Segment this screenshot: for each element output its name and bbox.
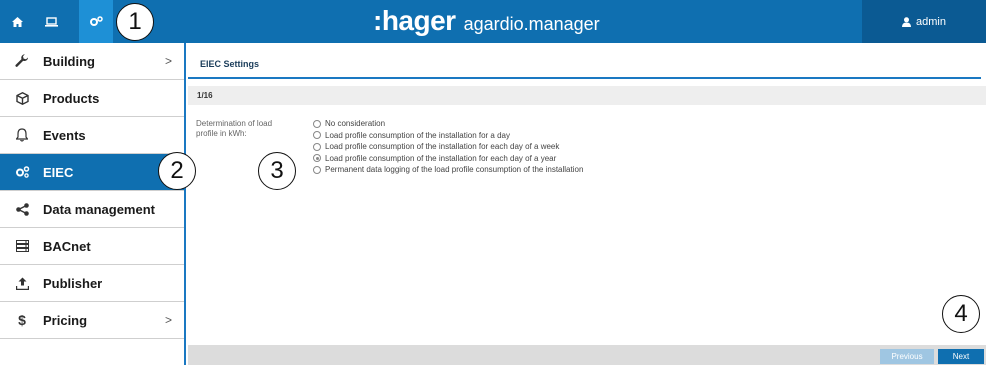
sidebar-item-label: Building: [43, 53, 95, 69]
user-label: admin: [916, 15, 946, 28]
brand: :hager agardio.manager: [373, 6, 600, 36]
radio-option-label: Permanent data logging of the load profi…: [325, 165, 584, 175]
radio-button[interactable]: [313, 119, 321, 128]
home-icon[interactable]: [0, 0, 34, 43]
radio-option[interactable]: No consideration: [313, 118, 583, 130]
sidebar-item-label: EIEC: [43, 164, 74, 180]
sidebar-item-pricing[interactable]: $ Pricing >: [0, 302, 184, 339]
hager-logo: :hager: [373, 5, 456, 36]
radio-option-label: Load profile consumption of the installa…: [325, 153, 557, 163]
radio-option-label: Load profile consumption of the installa…: [325, 130, 511, 140]
radio-button[interactable]: [313, 142, 321, 151]
previous-button[interactable]: Previous: [880, 349, 934, 364]
gears-icon[interactable]: [79, 0, 113, 43]
laptop-icon[interactable]: [34, 0, 68, 43]
radio-button-checked[interactable]: [313, 154, 321, 163]
sidebar-item-publisher[interactable]: Publisher: [0, 265, 184, 302]
callout-4: 4: [942, 295, 980, 333]
sidebar-item-label: Pricing: [43, 312, 88, 328]
wrench-icon: [13, 54, 31, 68]
radio-option-selected[interactable]: Load profile consumption of the installa…: [313, 153, 583, 165]
app-name: agardio.manager: [463, 14, 600, 34]
load-profile-label: Determination of load profile in kWh:: [196, 119, 273, 138]
main-panel: EIEC Settings 1/16 Determination of load…: [188, 43, 986, 365]
sidebar-item-label: Publisher: [43, 275, 103, 291]
page-title: EIEC Settings: [200, 59, 260, 69]
sidebar-item-products[interactable]: Products: [0, 80, 184, 117]
sidebar-item-data-management[interactable]: Data management: [0, 191, 184, 228]
upload-icon: [13, 277, 31, 290]
user-icon: [902, 16, 912, 27]
radio-option[interactable]: Load profile consumption of the installa…: [313, 141, 583, 153]
radio-option[interactable]: Permanent data logging of the load profi…: [313, 164, 583, 176]
sidebar: Building > Products Events EIEC Data man…: [0, 43, 186, 365]
radio-button[interactable]: [313, 165, 321, 174]
share-icon: [13, 202, 31, 216]
dollar-icon: $: [18, 312, 26, 328]
sidebar-item-building[interactable]: Building >: [0, 43, 184, 80]
title-divider: [188, 77, 981, 79]
step-indicator: 1/16: [197, 91, 213, 100]
sidebar-item-label: Events: [43, 127, 86, 143]
radio-option-label: No consideration: [325, 119, 386, 129]
cube-icon: [13, 91, 31, 105]
step-bar: 1/16: [188, 86, 986, 105]
sidebar-item-bacnet[interactable]: BACnet: [0, 228, 184, 265]
sidebar-item-label: Data management: [43, 201, 155, 217]
gears-icon: [13, 166, 31, 178]
callout-3: 3: [258, 152, 296, 190]
sidebar-item-eiec[interactable]: EIEC: [0, 154, 184, 191]
chevron-right-icon: >: [164, 54, 172, 68]
radio-option-label: Load profile consumption of the installa…: [325, 142, 560, 152]
load-profile-radio-group: No consideration Load profile consumptio…: [313, 118, 583, 176]
server-icon: [13, 240, 31, 252]
sidebar-item-label: BACnet: [43, 238, 91, 254]
sidebar-item-label: Products: [43, 90, 100, 106]
chevron-right-icon: >: [164, 313, 172, 327]
sidebar-item-events[interactable]: Events: [0, 117, 184, 154]
bell-icon: [13, 128, 31, 142]
wizard-footer: Previous Next: [188, 345, 986, 365]
user-menu[interactable]: admin: [862, 0, 986, 43]
radio-button[interactable]: [313, 131, 321, 140]
next-button[interactable]: Next: [938, 349, 984, 364]
callout-1: 1: [116, 3, 154, 41]
radio-option[interactable]: Load profile consumption of the installa…: [313, 130, 583, 142]
callout-2: 2: [158, 152, 196, 190]
